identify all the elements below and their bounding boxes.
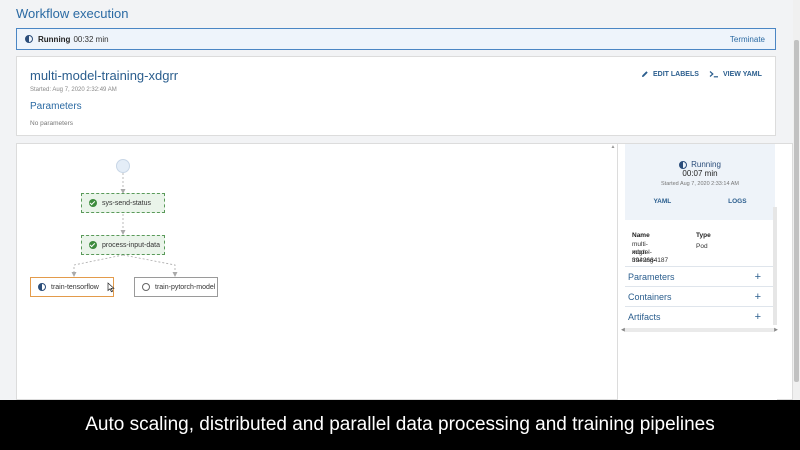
chevron-left-icon[interactable]: ◀ [621, 327, 625, 333]
section-label: Containers [628, 291, 672, 302]
tab-yaml[interactable]: YAML [643, 198, 681, 205]
graph-start-node [116, 159, 130, 173]
node-process-input-data[interactable]: process-input-data [81, 235, 165, 255]
view-yaml-label: VIEW YAML [723, 70, 762, 78]
column-header-name: Name [632, 232, 650, 239]
plus-icon[interactable]: + [755, 311, 761, 323]
parameters-heading: Parameters [30, 101, 82, 112]
running-status-icon [25, 35, 33, 43]
section-artifacts[interactable]: Artifacts + [625, 306, 775, 326]
terminate-button[interactable]: Terminate [730, 35, 765, 44]
node-label: train-pytorch-model [155, 283, 216, 291]
workflow-name: multi-model-training-xdgrr [30, 68, 179, 83]
edit-labels-label: EDIT LABELS [653, 70, 699, 78]
video-caption: Auto scaling, distributed and parallel d… [0, 400, 800, 450]
node-duration: 00:07 min [682, 169, 718, 178]
workflow-status-bar: Running 00:32 min Terminate [16, 28, 776, 50]
workflow-summary-card: multi-model-training-xdgrr Started: Aug … [16, 56, 776, 136]
check-circle-icon [89, 199, 97, 207]
mouse-pointer-icon [107, 282, 115, 293]
node-train-tensorflow[interactable]: train-tensorflow [30, 277, 114, 297]
running-status-icon [38, 283, 46, 291]
node-label: train-tensorflow [51, 283, 99, 291]
node-label: process-input-data [102, 241, 160, 249]
check-circle-icon [89, 241, 97, 249]
node-status-label: Running [691, 160, 721, 169]
chevron-right-icon[interactable]: ▶ [774, 327, 778, 333]
node-pod-type: Pod [696, 243, 708, 250]
graph-edges [71, 173, 178, 277]
node-sys-send-status[interactable]: sys-send-status [81, 193, 165, 213]
status-duration: 00:32 min [73, 34, 109, 44]
page-scrollbar[interactable] [793, 0, 800, 400]
tab-logs[interactable]: LOGS [718, 198, 756, 205]
no-parameters-text: No parameters [30, 120, 73, 127]
plus-icon[interactable]: + [755, 271, 761, 283]
section-label: Parameters [628, 271, 675, 282]
workflow-graph-canvas[interactable]: sys-send-status process-input-data train… [17, 144, 617, 401]
node-label: sys-send-status [102, 199, 152, 207]
workflow-graph-panel: sys-send-status process-input-data train… [16, 143, 793, 401]
node-tabs: YAML LOGS [625, 198, 775, 205]
section-parameters[interactable]: Parameters + [625, 266, 775, 286]
view-yaml-button[interactable]: VIEW YAML [709, 70, 762, 78]
panel-vertical-scrollbar[interactable] [773, 207, 777, 325]
pending-circle-icon [142, 283, 150, 291]
pencil-icon [642, 71, 648, 77]
edit-labels-button[interactable]: EDIT LABELS [641, 70, 699, 78]
terminal-icon [709, 71, 718, 78]
plus-icon[interactable]: + [755, 291, 761, 303]
section-label: Artifacts [628, 311, 661, 322]
node-pod-name-line-2: xdgrr-3942684187 [632, 249, 669, 264]
column-header-type: Type [696, 232, 711, 239]
node-status: Running [625, 160, 775, 169]
node-details-header: Running 00:07 min Started Aug 7, 2020 2:… [625, 144, 775, 220]
node-train-pytorch-model[interactable]: train-pytorch-model [134, 277, 218, 297]
node-started: Started Aug 7, 2020 2:33:14 AM [661, 181, 739, 187]
workflow-started: Started: Aug 7, 2020 2:32:49 AM [30, 87, 117, 93]
page-title: Workflow execution [16, 6, 129, 21]
chevron-up-icon[interactable]: ▲ [610, 144, 616, 150]
node-details-panel: ✕ Running 00:07 min Started Aug 7, 2020 … [617, 144, 778, 401]
page-scrollbar-thumb[interactable] [794, 40, 799, 382]
running-status-icon [679, 160, 688, 169]
status-label: Running [38, 34, 71, 44]
section-containers[interactable]: Containers + [625, 286, 775, 306]
